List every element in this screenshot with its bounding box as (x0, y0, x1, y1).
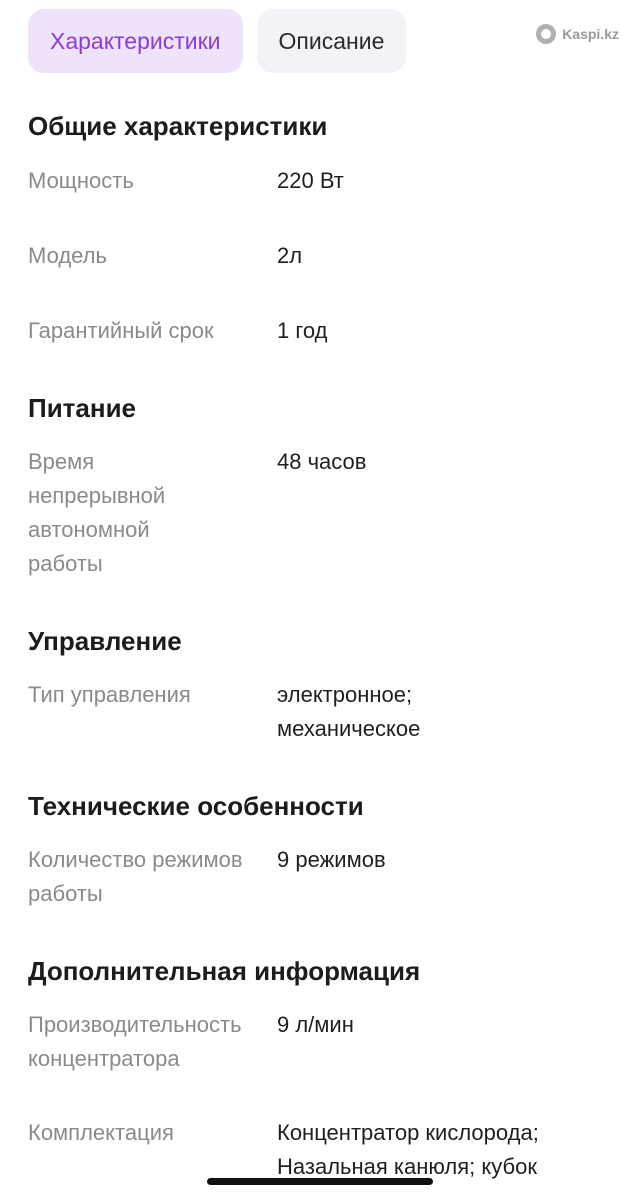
spec-label: Модель (28, 243, 107, 268)
section-title: Технические особенности (28, 791, 364, 821)
tab-characteristics[interactable]: Характеристики (28, 9, 243, 73)
spec-value: 1 год (277, 318, 328, 343)
tab-bar: Характеристики Описание (28, 9, 407, 73)
spec-label: Производительность концентратора (28, 1012, 242, 1071)
spec-value: 9 л/мин (277, 1012, 354, 1037)
spec-label: Количество режимов работы (28, 847, 243, 906)
spec-label: Время непрерывной автономной работы (28, 449, 166, 576)
spec-value: 48 часов (277, 449, 367, 474)
spec-label: Мощность (28, 168, 134, 193)
spec-row: Комплектация Концентратор кислорода; Наз… (28, 1116, 628, 1184)
spec-label: Гарантийный срок (28, 318, 214, 343)
spec-row: Производительность концентратора 9 л/мин (28, 1008, 628, 1076)
section-title: Общие характеристики (28, 111, 328, 141)
spec-label: Тип управления (28, 682, 191, 707)
spec-row: Мощность 220 Вт (28, 164, 628, 198)
tab-description[interactable]: Описание (256, 9, 407, 73)
spec-row: Тип управления электронное; механическое (28, 678, 628, 746)
spec-value: 2л (277, 243, 303, 268)
home-indicator[interactable] (207, 1178, 433, 1185)
spec-row: Модель 2л (28, 239, 628, 273)
spec-row: Количество режимов работы 9 режимов (28, 843, 628, 911)
section-title: Дополнительная информация (28, 956, 421, 986)
kaspi-logo-icon (536, 24, 557, 44)
spec-row: Гарантийный срок 1 год (28, 314, 628, 348)
spec-value: 9 режимов (277, 847, 386, 872)
specs-list: Общие характеристики Мощность 220 Вт Мод… (28, 108, 628, 1184)
spec-value: электронное; механическое (277, 682, 421, 741)
spec-value: 220 Вт (277, 168, 344, 193)
watermark: Kaspi.kz (536, 24, 619, 44)
section-title: Управление (28, 626, 182, 656)
spec-row: Время непрерывной автономной работы 48 ч… (28, 445, 628, 581)
spec-label: Комплектация (28, 1120, 174, 1145)
section-title: Питание (28, 393, 137, 423)
spec-value: Концентратор кислорода; Назальная канюля… (277, 1120, 539, 1179)
watermark-text: Kaspi.kz (562, 26, 619, 42)
